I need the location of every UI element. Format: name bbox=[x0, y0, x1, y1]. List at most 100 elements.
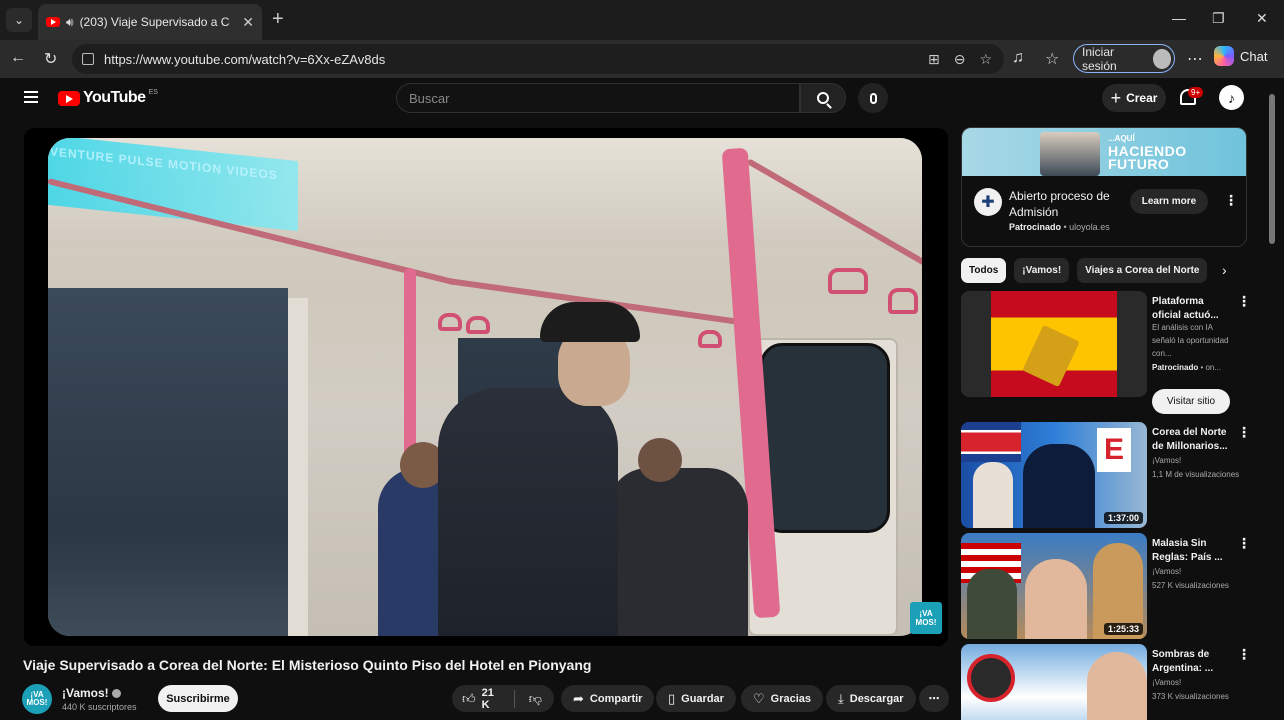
chevron-right-icon[interactable]: › bbox=[1222, 262, 1227, 278]
recommendation-item[interactable]: 1:25:33 Malasia Sin Reglas: País ... ¡Va… bbox=[961, 533, 1251, 639]
recommendation-item[interactable]: E 1:37:00 Corea del Norte de Millonarios… bbox=[961, 422, 1251, 528]
recommendation-options-icon[interactable]: ⋮ bbox=[1237, 293, 1251, 310]
thumbs-down-icon[interactable]: 👎︎ bbox=[529, 691, 542, 707]
search-button[interactable] bbox=[800, 83, 846, 113]
video-frame: VENTURE PULSE MOTION VIDEOS bbox=[48, 138, 922, 636]
recommendation-thumbnail[interactable]: 1:25:33 bbox=[961, 533, 1147, 639]
recommendation-thumbnail[interactable] bbox=[961, 644, 1147, 720]
hamburger-menu-icon[interactable] bbox=[24, 91, 38, 103]
download-button[interactable]: ⤓ Descargar bbox=[826, 685, 916, 712]
recommendation-views: 527 K visualizaciones bbox=[1152, 581, 1229, 590]
maximize-icon[interactable]: ❐ bbox=[1212, 10, 1225, 27]
create-button[interactable]: + Crear bbox=[1102, 84, 1166, 112]
recommendation-channel[interactable]: ¡Vamos! bbox=[1152, 676, 1248, 689]
recommendation-title[interactable]: Sombras de Argentina: ... bbox=[1152, 648, 1230, 676]
browser-menu-icon[interactable]: ⋯ bbox=[1187, 49, 1203, 69]
app-available-icon[interactable]: ⊞ bbox=[928, 51, 940, 68]
video-duration: 1:37:00 bbox=[1103, 512, 1143, 524]
prohibited-sign-icon bbox=[967, 654, 1015, 702]
share-button[interactable]: ➦ Compartir bbox=[561, 685, 655, 712]
like-count[interactable]: 21 K bbox=[482, 687, 500, 711]
like-divider bbox=[514, 689, 515, 708]
account-avatar[interactable]: ♪ bbox=[1219, 85, 1244, 110]
more-actions-button[interactable]: ⋯ bbox=[919, 685, 949, 712]
north-korea-flag-image bbox=[961, 422, 1021, 462]
ad-banner-image[interactable]: ...AQUÍ HACIENDO FUTURO bbox=[962, 128, 1246, 176]
thumbs-up-icon[interactable]: 👍︎ bbox=[462, 691, 476, 707]
recommendation-options-icon[interactable]: ⋮ bbox=[1237, 424, 1251, 441]
recommendation-title[interactable]: Plataforma oficial actuó... bbox=[1152, 295, 1230, 323]
recommendation-thumbnail[interactable] bbox=[961, 291, 1147, 397]
page-scrollbar[interactable] bbox=[1268, 90, 1276, 720]
recommendation-item[interactable]: Sombras de Argentina: ... ¡Vamos! 373 K … bbox=[961, 644, 1251, 720]
tab-actions-menu-button[interactable]: ⌄ bbox=[6, 8, 32, 32]
minimize-icon[interactable]: — bbox=[1172, 10, 1186, 26]
save-button[interactable]: ▯ Guardar bbox=[656, 685, 736, 712]
search-input[interactable]: Buscar bbox=[396, 83, 800, 113]
chip-north-korea-trips[interactable]: Viajes a Corea del Norte bbox=[1077, 258, 1208, 283]
thumbnail-person bbox=[1025, 559, 1087, 639]
recommendation-options-icon[interactable]: ⋮ bbox=[1237, 535, 1251, 552]
video-player[interactable]: VENTURE PULSE MOTION VIDEOS ¡VA MOS! bbox=[24, 128, 948, 646]
new-tab-button[interactable]: + bbox=[272, 9, 284, 29]
more-dots-icon: ⋯ bbox=[928, 693, 940, 705]
ad-sponsor-line: Patrocinado • uloyola.es bbox=[1009, 222, 1110, 232]
sign-in-button[interactable]: Iniciar sesión bbox=[1073, 44, 1175, 73]
thumbnail-letter: E bbox=[1097, 428, 1131, 472]
subscribe-button[interactable]: Suscribirme bbox=[158, 685, 238, 712]
speaker-icon[interactable]: 🔊︎ bbox=[66, 15, 74, 30]
youtube-header: YouTube ES Buscar + Crear 9+ ♪ bbox=[0, 78, 1284, 120]
video-scene-passenger bbox=[608, 468, 748, 636]
thanks-button[interactable]: ♡ Gracias bbox=[741, 685, 824, 712]
back-arrow-icon[interactable]: ← bbox=[10, 49, 26, 67]
address-bar-actions: ⊞ ⊖ ☆ bbox=[928, 51, 992, 68]
learn-more-button[interactable]: Learn more bbox=[1130, 189, 1208, 214]
recommendation-thumbnail[interactable]: E 1:37:00 bbox=[961, 422, 1147, 528]
favorite-star-icon[interactable]: ☆ bbox=[979, 51, 992, 68]
copilot-chat-button[interactable]: Chat bbox=[1214, 46, 1267, 66]
scrollbar-thumb[interactable] bbox=[1269, 94, 1275, 244]
recommendation-channel[interactable]: ¡Vamos! bbox=[1152, 454, 1248, 467]
video-scene-man-hat bbox=[540, 302, 640, 342]
recommendation-options-icon[interactable]: ⋮ bbox=[1237, 646, 1251, 663]
create-label: Crear bbox=[1126, 91, 1158, 105]
sponsored-label: Patrocinado bbox=[1152, 363, 1199, 372]
recommendation-sponsor-line: Patrocinado • on... bbox=[1152, 363, 1222, 372]
search-icon bbox=[817, 92, 829, 104]
ad-advertiser-logo[interactable]: ✚ bbox=[974, 188, 1002, 216]
browser-tab-active[interactable]: 🔊︎ (203) Viaje Supervisado a Corea del N… bbox=[38, 4, 262, 40]
recommendation-title[interactable]: Corea del Norte de Millonarios... bbox=[1152, 426, 1230, 454]
address-bar[interactable]: https://www.youtube.com/watch?v=6Xx-eZAv… bbox=[72, 44, 1004, 74]
thumbnail-person bbox=[973, 462, 1013, 528]
ad-title[interactable]: Abierto proceso de Admisión bbox=[1009, 188, 1129, 220]
media-control-icon[interactable]: ♫ bbox=[1012, 49, 1024, 67]
channel-watermark-logo[interactable]: ¡VA MOS! bbox=[910, 602, 942, 634]
recommendation-channel[interactable]: ¡Vamos! bbox=[1152, 565, 1248, 578]
sign-in-label: Iniciar sesión bbox=[1082, 44, 1117, 73]
channel-name[interactable]: ¡Vamos! bbox=[62, 686, 121, 700]
site-info-icon[interactable] bbox=[82, 53, 94, 65]
subscriber-count: 440 K suscriptores bbox=[62, 702, 137, 712]
recommendation-item[interactable]: Plataforma oficial actuó... El análisis … bbox=[961, 291, 1251, 421]
youtube-logo[interactable]: YouTube ES bbox=[58, 89, 158, 107]
zoom-icon[interactable]: ⊖ bbox=[954, 51, 966, 68]
sponsored-ad-card[interactable]: ...AQUÍ HACIENDO FUTURO ✚ Abierto proces… bbox=[961, 127, 1247, 247]
close-tab-icon[interactable]: ✕ bbox=[242, 14, 254, 31]
ad-options-icon[interactable]: ⋮ bbox=[1224, 192, 1238, 209]
browser-toolbar: ← ↻ https://www.youtube.com/watch?v=6Xx-… bbox=[0, 40, 1284, 78]
voice-search-button[interactable] bbox=[858, 83, 888, 113]
chip-channel[interactable]: ¡Vamos! bbox=[1014, 258, 1070, 283]
favorites-icon[interactable]: ☆ bbox=[1045, 49, 1059, 69]
notifications-badge: 9+ bbox=[1188, 87, 1204, 98]
ad-domain: uloyola.es bbox=[1069, 222, 1110, 232]
channel-avatar[interactable]: ¡VA MOS! bbox=[22, 684, 52, 714]
video-title: Viaje Supervisado a Corea del Norte: El … bbox=[23, 657, 592, 673]
download-icon: ⤓ bbox=[838, 690, 844, 706]
reload-icon[interactable]: ↻ bbox=[44, 49, 57, 69]
recommendation-title[interactable]: Malasia Sin Reglas: País ... bbox=[1152, 537, 1230, 565]
close-window-icon[interactable]: ✕ bbox=[1256, 10, 1268, 27]
url-text[interactable]: https://www.youtube.com/watch?v=6Xx-eZAv… bbox=[104, 52, 385, 67]
chip-all[interactable]: Todos bbox=[961, 258, 1007, 283]
visit-site-button[interactable]: Visitar sitio bbox=[1152, 389, 1230, 414]
channel-name-text[interactable]: ¡Vamos! bbox=[62, 686, 109, 700]
